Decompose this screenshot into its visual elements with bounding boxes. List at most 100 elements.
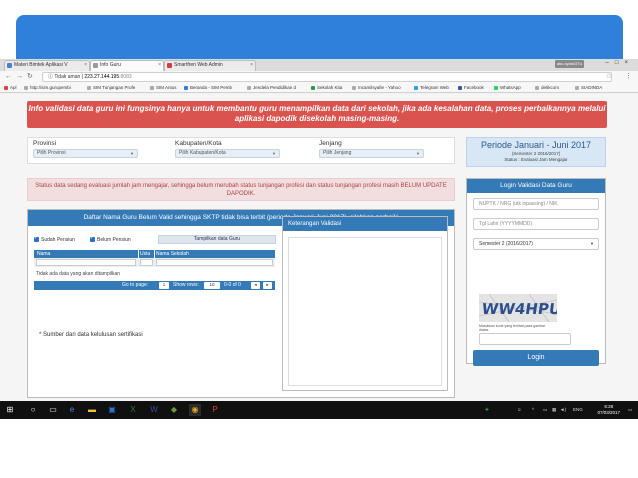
bookmark-item[interactable]: Beranda - SIM Pemb [184,83,232,93]
battery-icon[interactable]: ▭ [543,401,547,419]
page-icon [535,86,539,90]
pager-goto-label: Go to page: [122,282,149,288]
address-bar[interactable]: ⓘ Tidak aman | 223.27.144.195:8083 [42,72,612,82]
keterangan-panel: Keterangan Validasi [282,216,448,391]
tab-materi-bimtek[interactable]: Materi Bimtek Aplikasi V × [4,60,90,71]
bookmark-item[interactable]: Sekolah Kita [311,83,342,93]
windows-start-icon[interactable]: ⊞ [4,404,16,416]
taskbar: ⊞ ○ ▭ e ▬ ▣ X W ◆ ◉ P ✚ ☺ ^ ▭ ▦ ◄) ENG 6… [0,401,638,419]
people-icon[interactable]: ☺ [517,401,522,419]
bookmark-star-icon[interactable]: ☆ [606,72,612,80]
captcha-text: WW4HPU [481,300,557,318]
jenjang-select[interactable]: Pilih Jenjang ▼ [319,149,424,158]
col-nama-sekolah[interactable]: Nama Sekolah [156,250,189,258]
grid-filter-row [34,258,275,267]
back-icon[interactable]: ← [5,73,12,80]
filter-sekolah-input[interactable] [156,259,273,266]
tab-close-icon[interactable]: × [158,61,161,70]
window-controls[interactable]: –□× [606,60,634,66]
facebook-icon [458,86,462,90]
filter-usia-input[interactable] [140,259,153,266]
chevron-down-icon: ▼ [416,151,420,156]
tab-info-guru[interactable]: Info Guru × [90,60,164,71]
login-title: Login Validasi Data Guru [467,179,605,193]
bookmark-item[interactable]: http://sim.gurupembi [24,83,71,93]
page-content: Info validasi data guru ini fungsinya ha… [0,94,638,401]
chrome-icon[interactable]: ◉ [189,404,201,416]
bookmark-apps[interactable]: Apl [4,83,17,93]
notifications-icon[interactable]: ▭ [628,401,632,419]
bookmark-item[interactable]: WhatsApp [494,83,521,93]
login-button[interactable]: Login [473,350,599,366]
col-nama[interactable]: Nama [37,250,50,258]
page-icon [87,86,91,90]
reload-icon[interactable]: ↻ [27,73,33,80]
info-icon: ⓘ [48,74,54,80]
info-alert: Info validasi data guru ini fungsinya ha… [27,101,607,128]
pager-next-icon[interactable]: ▸ [263,282,272,289]
bookmark-item[interactable]: SIM Antus [150,83,177,93]
page-icon [247,86,251,90]
tray-arrow-icon[interactable]: ^ [532,401,534,419]
excel-icon[interactable]: X [127,404,139,416]
bookmark-item[interactable]: mcamilsyafie - Yahoo [352,83,401,93]
page-icon [311,86,315,90]
profile-badge[interactable]: aku.nyotoGTu [555,60,584,68]
semester-select[interactable]: Semester 2 (2016/2017) ▼ [473,238,599,250]
network-icon[interactable]: ▦ [552,401,556,419]
filter-nama-input[interactable] [36,259,136,266]
kabupaten-select[interactable]: Pilih Kabupaten/Kota ▼ [175,149,280,158]
language-indicator[interactable]: ENG [573,401,583,419]
birthdate-input[interactable]: Tgl Lahir (YYYYMMDD) [473,218,599,230]
pager-prev-icon[interactable]: ◂ [251,282,260,289]
address-row: ← → ↻ ⓘ Tidak aman | 223.27.144.195:8083… [0,71,638,83]
bookmark-item[interactable]: Telegram Web [414,83,449,93]
col-usia[interactable]: Usia [140,250,150,258]
clock[interactable]: 6:28 07/03/2017 [597,404,620,416]
belum-pensiun-checkbox[interactable]: Belum Pensiun [90,235,131,243]
volume-icon[interactable]: ◄) [560,401,566,419]
bookmark-item[interactable]: SIM Tunjangan Profe [87,83,135,93]
login-panel: Login Validasi Data Guru NUPTK / NRG (ut… [466,178,606,366]
tab-favicon-icon [7,63,12,68]
url-port: :8083 [119,74,132,80]
nuptk-input[interactable]: NUPTK / NRG (utk inpassing) / NIK [473,198,599,210]
edge-icon[interactable]: e [66,404,78,416]
store-icon[interactable]: ▣ [106,404,118,416]
forward-icon[interactable]: → [16,73,23,80]
tab-close-icon[interactable]: × [84,61,87,70]
grid-pager: Go to page: 1 Show rows: 10 0-0 of 0 ◂ ▸ [34,281,275,290]
sudah-pensiun-checkbox[interactable]: Sudah Pensiun [34,235,75,243]
chevron-down-icon: ▼ [130,151,134,156]
page-icon [575,86,579,90]
source-note: * Sumber dari data kelulusan sertifikasi [39,332,143,338]
provinsi-select[interactable]: Pilih Provinsi ▼ [33,149,138,158]
task-view-icon[interactable]: ▭ [47,404,59,416]
word-icon[interactable]: W [148,404,160,416]
keterangan-content [288,237,442,386]
bookmark-item[interactable]: Facebook [458,83,484,93]
bookmark-item[interactable]: Jendela Pendidikan d [247,83,296,93]
captcha-input[interactable] [479,333,571,345]
tray-shield-icon[interactable]: ✚ [485,401,489,419]
pager-rows-select[interactable]: 10 [204,282,220,289]
menu-icon[interactable]: ⋮ [625,72,632,80]
search-icon[interactable]: ○ [27,404,39,416]
file-explorer-icon[interactable]: ▬ [86,404,98,416]
pager-range: 0-0 of 0 [224,282,241,288]
bookmark-item[interactable]: detikcom [535,83,559,93]
tab-smartfren[interactable]: Smartfren Web Admin × [164,60,256,71]
period-box: Periode Januari - Juni 2017 (Semester 2 … [466,137,606,167]
page-icon [184,86,188,90]
bookmarks-bar: Apl http://sim.gurupembi SIM Tunjangan P… [0,83,638,93]
bookmark-item[interactable]: SIADINDA [575,83,602,93]
tab-close-icon[interactable]: × [250,61,253,70]
tampilkan-button[interactable]: Tampilkan data Guru [158,235,276,244]
provinsi-label: Provinsi [33,140,57,147]
tab-label: Materi Bimtek Aplikasi V [14,62,68,68]
filter-panel: Provinsi Pilih Provinsi ▼ Kabupaten/Kota … [27,137,455,164]
pager-page-input[interactable]: 1 [159,282,169,289]
powerpoint-icon[interactable]: P [209,404,221,416]
browser-window: Materi Bimtek Aplikasi V × Info Guru × S… [0,59,638,401]
app-icon[interactable]: ◆ [168,404,180,416]
